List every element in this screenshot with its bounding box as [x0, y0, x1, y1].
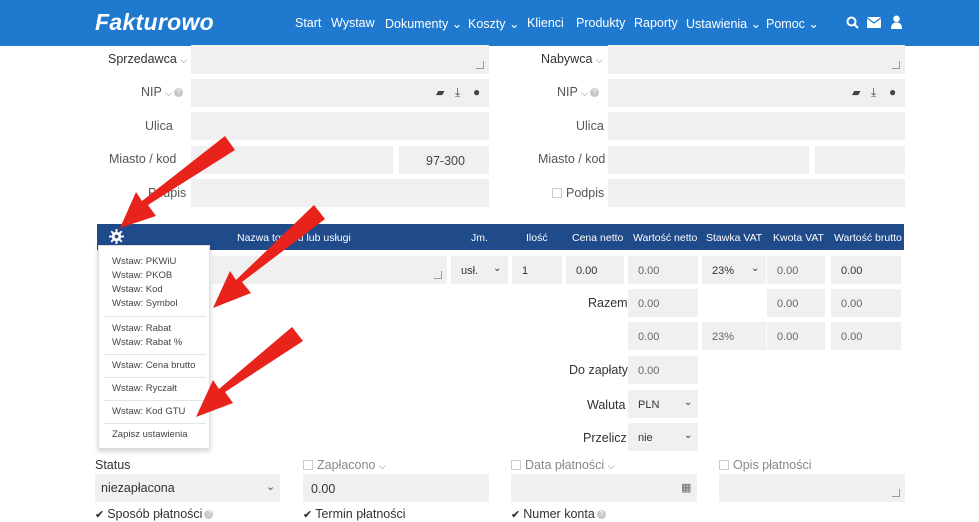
annotation-arrows [120, 136, 325, 417]
red-arrow-icon [196, 327, 303, 417]
red-arrow-icon [120, 136, 235, 228]
red-arrow-icon [213, 205, 325, 308]
